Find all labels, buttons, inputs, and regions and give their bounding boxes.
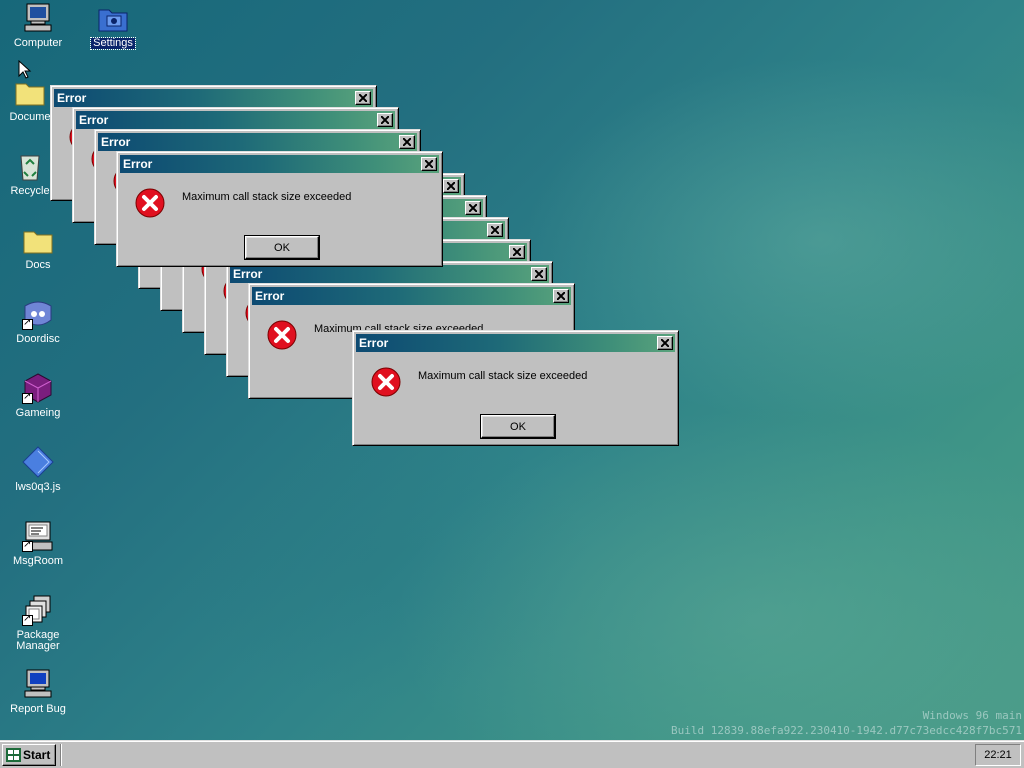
- close-button[interactable]: [553, 289, 569, 303]
- close-button[interactable]: [355, 91, 371, 105]
- desktop-icon-settings[interactable]: Settings: [76, 2, 150, 50]
- dialog-title: Error: [79, 113, 109, 127]
- dialog-body: Maximum call stack size exceeded OK: [120, 173, 439, 264]
- start-label: Start: [23, 748, 51, 762]
- computer-icon: [22, 2, 54, 34]
- settings-folder-icon: [97, 2, 129, 34]
- close-icon: [661, 339, 669, 347]
- close-icon: [447, 182, 455, 190]
- close-icon: [425, 160, 433, 168]
- desktop-icon-label: MsgRoom: [12, 555, 64, 567]
- start-logo-icon: [6, 748, 21, 762]
- desktop-icon-label: Gameing: [15, 407, 61, 419]
- close-button[interactable]: [377, 113, 393, 127]
- desktop-icon-report-bug[interactable]: Report Bug: [1, 668, 75, 715]
- report-bug-icon: [22, 668, 54, 700]
- build-watermark-line2: Build 12839.88efa922.230410-1942.d77c73e…: [671, 724, 1022, 737]
- close-button[interactable]: [657, 336, 673, 350]
- title-bar[interactable]: Error: [356, 334, 675, 352]
- build-watermark-line1: Windows 96 main: [922, 709, 1022, 722]
- title-bar[interactable]: Error: [98, 133, 417, 151]
- desktop-icon-package-manager[interactable]: PackageManager: [1, 594, 75, 652]
- title-bar[interactable]: Error: [120, 155, 439, 173]
- close-button[interactable]: [399, 135, 415, 149]
- dialog-title: Error: [123, 157, 153, 171]
- error-icon: [135, 188, 165, 218]
- msgroom-icon: [22, 520, 54, 552]
- dialog-title: Error: [359, 336, 389, 350]
- folder-icon: [14, 76, 46, 108]
- taskbar: Start 22:21: [0, 740, 1024, 768]
- desktop-icon-label: Computer: [13, 37, 63, 49]
- folder-icon: [22, 224, 54, 256]
- shortcut-arrow-icon: [22, 391, 33, 404]
- desktop-icon-computer[interactable]: Computer: [1, 2, 75, 49]
- doordisc-icon: [22, 298, 54, 330]
- desktop-icon-msgroom[interactable]: MsgRoom: [1, 520, 75, 567]
- close-icon: [491, 226, 499, 234]
- ok-button[interactable]: OK: [244, 235, 320, 260]
- game-cube-icon: [22, 372, 54, 404]
- system-tray-clock[interactable]: 22:21: [975, 744, 1021, 766]
- dialog-title: Error: [233, 267, 263, 281]
- desktop-icon-gameing[interactable]: Gameing: [1, 372, 75, 419]
- close-icon: [403, 138, 411, 146]
- desktop-icon-js-file[interactable]: lws0q3.js: [1, 446, 75, 493]
- title-bar[interactable]: Error: [230, 265, 549, 283]
- js-file-icon: [22, 446, 54, 478]
- desktop-icon-label: Doordisc: [16, 333, 60, 345]
- dialog-title: Error: [57, 91, 87, 105]
- error-dialog[interactable]: Error Maximum call stack size exceeded O…: [116, 151, 443, 267]
- shortcut-arrow-icon: [22, 317, 33, 330]
- desktop-icon-label: Docs: [25, 259, 51, 271]
- desktop-icon-label: Package Manager: [16, 629, 60, 652]
- error-message: Maximum call stack size exceeded: [182, 191, 352, 203]
- close-icon: [469, 204, 477, 212]
- error-message: Maximum call stack size exceeded: [418, 370, 588, 382]
- dialog-title: Error: [255, 289, 285, 303]
- close-button[interactable]: [465, 201, 481, 215]
- shortcut-arrow-icon: [22, 613, 33, 626]
- mouse-cursor-icon: [18, 60, 32, 79]
- close-icon: [359, 94, 367, 102]
- close-button[interactable]: [509, 245, 525, 259]
- ok-button[interactable]: OK: [480, 414, 556, 439]
- error-icon: [371, 367, 401, 397]
- title-bar[interactable]: Error: [252, 287, 571, 305]
- desktop[interactable]: Computer Settings Docume Recycle Docs Do…: [0, 0, 1024, 740]
- close-icon: [535, 270, 543, 278]
- desktop-icon-label: lws0q3.js: [15, 481, 61, 493]
- start-button[interactable]: Start: [2, 744, 56, 766]
- dialog-body: Maximum call stack size exceeded OK: [356, 352, 675, 443]
- close-button[interactable]: [531, 267, 547, 281]
- package-manager-icon: [22, 594, 54, 626]
- desktop-icon-label: Recycle: [10, 185, 50, 197]
- close-button[interactable]: [443, 179, 459, 193]
- error-dialog[interactable]: Error Maximum call stack size exceeded O…: [352, 330, 679, 446]
- dialog-title: Error: [101, 135, 131, 149]
- error-icon: [267, 320, 297, 350]
- desktop-icon-docs[interactable]: Docs: [1, 224, 75, 271]
- desktop-icon-label: Settings: [90, 37, 136, 50]
- title-bar[interactable]: Error: [54, 89, 373, 107]
- close-icon: [513, 248, 521, 256]
- desktop-icon-label: Docume: [9, 111, 51, 123]
- desktop-icon-doordisc[interactable]: Doordisc: [1, 298, 75, 345]
- close-icon: [557, 292, 565, 300]
- close-button[interactable]: [487, 223, 503, 237]
- shortcut-arrow-icon: [22, 539, 33, 552]
- desktop-icon-label: Report Bug: [10, 703, 66, 715]
- close-icon: [381, 116, 389, 124]
- recycle-bin-icon: [14, 150, 46, 182]
- close-button[interactable]: [421, 157, 437, 171]
- title-bar[interactable]: Error: [76, 111, 395, 129]
- taskbar-separator: [60, 744, 62, 766]
